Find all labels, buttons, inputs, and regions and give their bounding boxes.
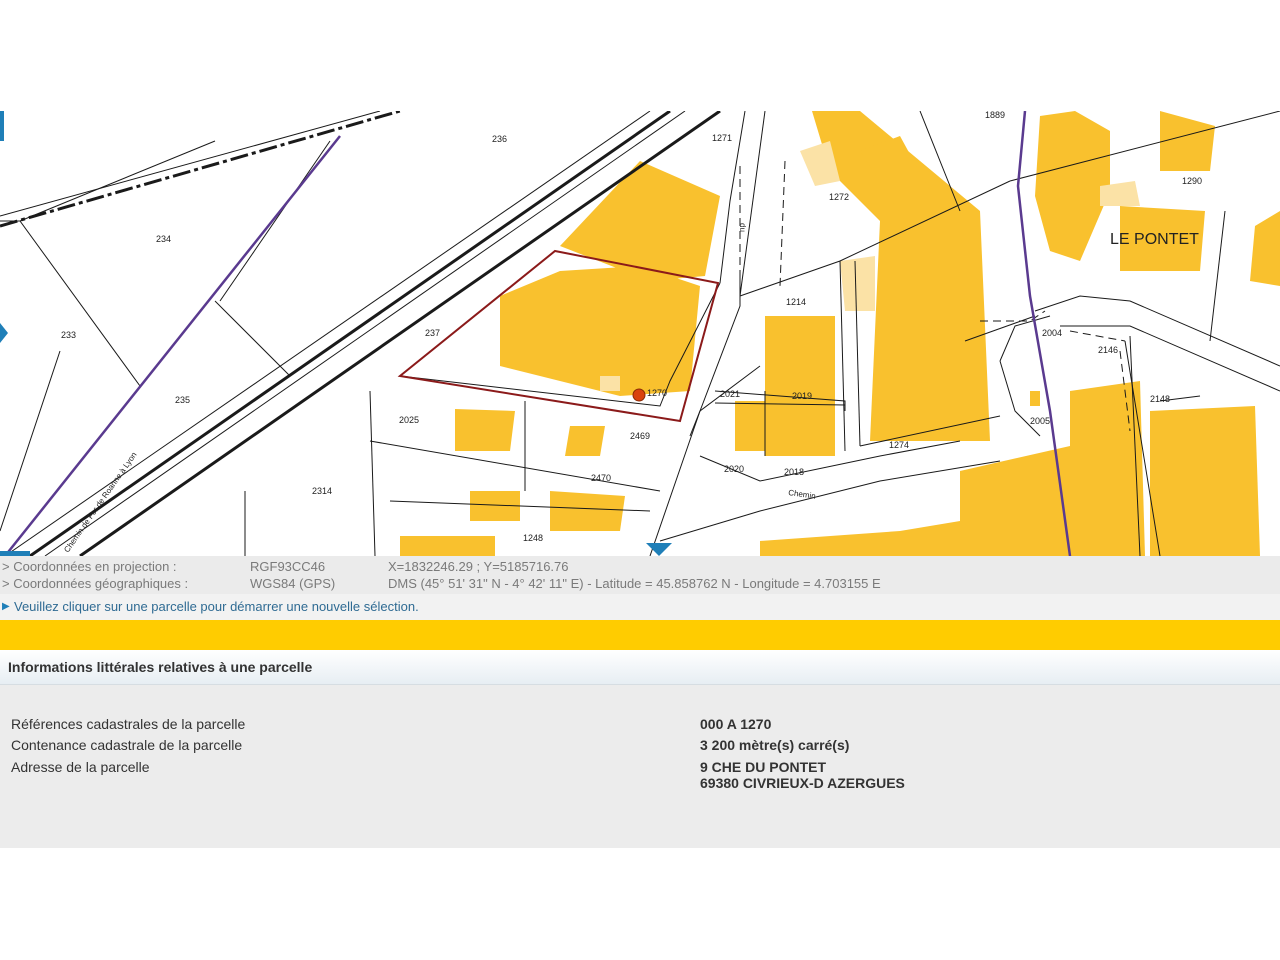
selection-hint-text: Veuillez cliquer sur une parcelle pour d… bbox=[14, 599, 419, 614]
road-label-chemin: Chemin bbox=[788, 488, 817, 501]
parcel-label: 236 bbox=[492, 134, 507, 144]
location-dot-icon[interactable] bbox=[632, 388, 646, 402]
parcel-label: 1272 bbox=[829, 192, 849, 202]
info-row-value-line2: 69380 CIVRIEUX-D AZERGUES bbox=[700, 775, 905, 791]
projection-label: > Coordonnées en projection : bbox=[2, 559, 177, 574]
geographic-label: > Coordonnées géographiques : bbox=[2, 576, 189, 591]
parcel-label: 1271 bbox=[712, 133, 732, 143]
info-row-label: Références cadastrales de la parcelle bbox=[11, 716, 246, 732]
coordinates-panel: > Coordonnées en projection : RGF93CC46 … bbox=[0, 556, 1280, 594]
parcel-label: 237 bbox=[425, 328, 440, 338]
parcel-label: 2146 bbox=[1098, 345, 1118, 355]
parcel-label: 2018 bbox=[784, 467, 804, 477]
selection-hint: ▶ Veuillez cliquer sur une parcelle pour… bbox=[0, 594, 1280, 620]
yellow-separator bbox=[0, 620, 1280, 650]
parcel-label: 1889 bbox=[985, 111, 1005, 120]
info-row-value: 3 200 mètre(s) carré(s) bbox=[700, 737, 850, 753]
info-header: Informations littérales relatives à une … bbox=[0, 650, 1280, 685]
parcel-label: 235 bbox=[175, 395, 190, 405]
parcel-label: 1290 bbox=[1182, 176, 1202, 186]
parcel-label: 234 bbox=[156, 234, 171, 244]
parcel-label: 1270 bbox=[647, 388, 667, 398]
nav-arrow-down-icon[interactable] bbox=[646, 543, 672, 556]
info-row-value: 000 A 1270 bbox=[700, 716, 772, 732]
parcel-label: 2004 bbox=[1042, 328, 1062, 338]
info-row-label: Adresse de la parcelle bbox=[11, 759, 150, 775]
map-canvas[interactable]: 236 1271 1889 1290 1272 234 233 235 237 … bbox=[0, 111, 1280, 556]
parcel-label: 2148 bbox=[1150, 394, 1170, 404]
geographic-system: WGS84 (GPS) bbox=[250, 576, 336, 591]
parcel-label: 2020 bbox=[724, 464, 744, 474]
parcel-label: 1248 bbox=[523, 533, 543, 543]
road-label-railway: Chemin de Fer de Roanne à Lyon bbox=[62, 450, 138, 554]
parcel-label: 2470 bbox=[591, 473, 611, 483]
info-row-value: 9 CHE DU PONTET bbox=[700, 759, 827, 775]
nav-arrow-left-mid-icon[interactable] bbox=[0, 323, 8, 343]
parcel-label: 2025 bbox=[399, 415, 419, 425]
nav-arrow-left-icon[interactable] bbox=[0, 111, 4, 141]
road-label-du: du bbox=[738, 223, 747, 232]
parcel-label: 2021 bbox=[720, 389, 740, 399]
projection-value: X=1832246.29 ; Y=5185716.76 bbox=[388, 559, 569, 574]
parcel-label: 2469 bbox=[630, 431, 650, 441]
parcel-label: 2005 bbox=[1030, 416, 1050, 426]
info-row-label: Contenance cadastrale de la parcelle bbox=[11, 737, 243, 753]
parcel-label: 2019 bbox=[792, 391, 812, 401]
parcel-label: 2314 bbox=[312, 486, 332, 496]
cadastral-map[interactable]: 236 1271 1889 1290 1272 234 233 235 237 … bbox=[0, 111, 1280, 556]
triangle-right-icon: ▶ bbox=[2, 601, 10, 612]
projection-system: RGF93CC46 bbox=[250, 559, 326, 574]
parcel-label: 1274 bbox=[889, 440, 909, 450]
info-panel: Références cadastrales de la parcelle 00… bbox=[0, 685, 1280, 848]
parcel-label: 233 bbox=[61, 330, 76, 340]
geographic-value: DMS (45° 51' 31" N - 4° 42' 11" E) - Lat… bbox=[388, 576, 881, 591]
info-title: Informations littérales relatives à une … bbox=[8, 659, 313, 675]
parcel-label: 1214 bbox=[786, 297, 806, 307]
place-name: LE PONTET bbox=[1110, 231, 1199, 248]
